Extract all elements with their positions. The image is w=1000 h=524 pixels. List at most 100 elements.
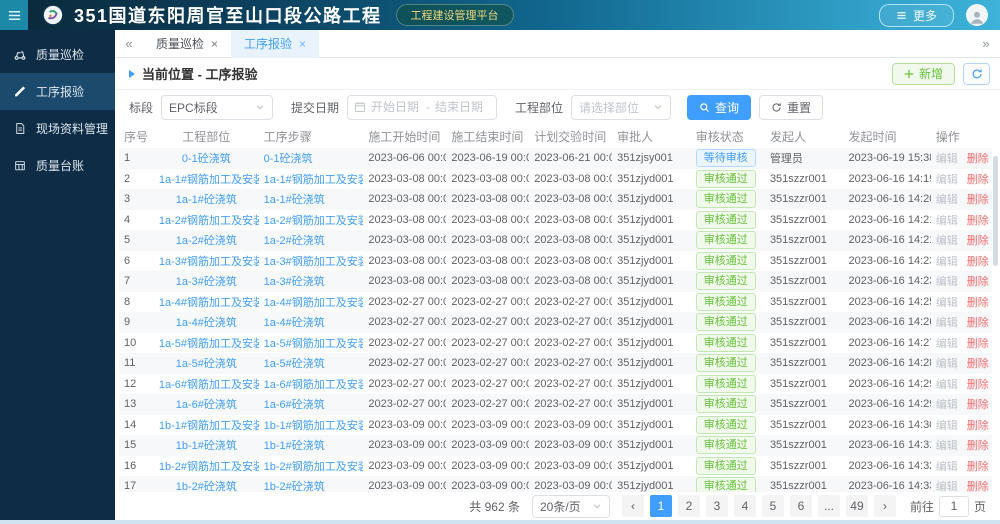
- step-link[interactable]: 1a-5#钢筋加工及安装: [264, 338, 364, 350]
- part-link[interactable]: 1a-5#砼浇筑: [176, 358, 237, 370]
- add-button[interactable]: 新增: [891, 62, 955, 85]
- edit-link[interactable]: 编辑: [936, 235, 958, 247]
- edit-link[interactable]: 编辑: [936, 297, 958, 309]
- pager-page[interactable]: 3: [705, 495, 728, 517]
- date-range-picker[interactable]: -: [347, 94, 498, 120]
- pager-page[interactable]: 4: [733, 495, 756, 517]
- step-link[interactable]: 1a-3#钢筋加工及安装: [264, 256, 364, 268]
- delete-link[interactable]: 删除: [967, 215, 989, 227]
- delete-link[interactable]: 删除: [967, 399, 989, 411]
- part-link[interactable]: 1a-5#钢筋加工及安装: [159, 338, 259, 350]
- section-select[interactable]: EPC标段: [161, 94, 274, 120]
- edit-link[interactable]: 编辑: [936, 481, 958, 492]
- delete-link[interactable]: 删除: [967, 235, 989, 247]
- part-link[interactable]: 1b-2#钢筋加工及安装: [159, 461, 259, 473]
- delete-link[interactable]: 删除: [967, 379, 989, 391]
- part-link[interactable]: 1a-2#砼浇筑: [176, 235, 237, 247]
- delete-link[interactable]: 删除: [967, 338, 989, 350]
- close-icon[interactable]: ×: [211, 38, 218, 50]
- pager-page[interactable]: 6: [789, 495, 812, 517]
- delete-link[interactable]: 删除: [967, 317, 989, 329]
- edit-link[interactable]: 编辑: [936, 194, 958, 206]
- edit-link[interactable]: 编辑: [936, 174, 958, 186]
- part-link[interactable]: 1a-1#砼浇筑: [176, 194, 237, 206]
- pager-page[interactable]: 2: [677, 495, 700, 517]
- step-link[interactable]: 1a-2#砼浇筑: [264, 235, 325, 247]
- part-link[interactable]: 1a-4#钢筋加工及安装: [159, 297, 259, 309]
- edit-link[interactable]: 编辑: [936, 276, 958, 288]
- delete-link[interactable]: 删除: [967, 256, 989, 268]
- step-link[interactable]: 1a-1#钢筋加工及安装: [264, 174, 364, 186]
- part-link[interactable]: 1a-6#钢筋加工及安装: [159, 379, 259, 391]
- edit-link[interactable]: 编辑: [936, 440, 958, 452]
- sidebar-item-quality-ledger[interactable]: 质量台账: [0, 147, 115, 184]
- step-link[interactable]: 1a-3#砼浇筑: [264, 276, 325, 288]
- page-size-select[interactable]: 20条/页: [531, 494, 610, 518]
- sidebar-item-quality-patrol[interactable]: 质量巡检: [0, 36, 115, 73]
- delete-link[interactable]: 删除: [967, 194, 989, 206]
- step-link[interactable]: 1a-5#砼浇筑: [264, 358, 325, 370]
- sidebar-item-process-inspection[interactable]: 工序报验: [0, 73, 115, 110]
- edit-link[interactable]: 编辑: [936, 317, 958, 329]
- step-link[interactable]: 1b-1#钢筋加工及安装: [264, 420, 364, 432]
- part-link[interactable]: 1b-2#砼浇筑: [176, 481, 237, 492]
- step-link[interactable]: 1a-4#钢筋加工及安装: [264, 297, 364, 309]
- step-link[interactable]: 1a-1#砼浇筑: [264, 194, 325, 206]
- scrollbar-thumb[interactable]: [993, 156, 998, 266]
- delete-link[interactable]: 删除: [967, 358, 989, 370]
- part-link[interactable]: 1a-6#砼浇筑: [176, 399, 237, 411]
- goto-page-input[interactable]: [938, 495, 969, 517]
- reset-button[interactable]: 重置: [759, 94, 824, 120]
- edit-link[interactable]: 编辑: [936, 399, 958, 411]
- edit-link[interactable]: 编辑: [936, 338, 958, 350]
- tabs-scroll-left-icon[interactable]: «: [115, 36, 143, 51]
- refresh-button[interactable]: [963, 62, 990, 85]
- part-link[interactable]: 1b-1#砼浇筑: [176, 440, 237, 452]
- edit-link[interactable]: 编辑: [936, 461, 958, 473]
- part-link[interactable]: 1a-3#砼浇筑: [176, 276, 237, 288]
- delete-link[interactable]: 删除: [967, 461, 989, 473]
- edit-link[interactable]: 编辑: [936, 256, 958, 268]
- edit-link[interactable]: 编辑: [936, 420, 958, 432]
- edit-link[interactable]: 编辑: [936, 215, 958, 227]
- close-icon[interactable]: ×: [299, 38, 306, 50]
- step-link[interactable]: 1a-6#钢筋加工及安装: [264, 379, 364, 391]
- step-link[interactable]: 0-1砼浇筑: [264, 153, 313, 165]
- pager-page[interactable]: ...: [817, 495, 840, 517]
- avatar[interactable]: [966, 4, 988, 26]
- delete-link[interactable]: 删除: [967, 153, 989, 165]
- delete-link[interactable]: 删除: [967, 174, 989, 186]
- pager-page[interactable]: 5: [761, 495, 784, 517]
- step-link[interactable]: 1b-1#砼浇筑: [264, 440, 325, 452]
- part-link[interactable]: 1a-2#钢筋加工及安装: [159, 215, 259, 227]
- step-link[interactable]: 1a-6#砼浇筑: [264, 399, 325, 411]
- part-link[interactable]: 1a-1#钢筋加工及安装: [159, 174, 259, 186]
- edit-link[interactable]: 编辑: [936, 358, 958, 370]
- step-link[interactable]: 1b-2#砼浇筑: [264, 481, 325, 492]
- pager-page[interactable]: 49: [845, 495, 868, 517]
- step-link[interactable]: 1b-2#钢筋加工及安装: [264, 461, 364, 473]
- start-date-input[interactable]: [369, 99, 424, 115]
- tab-process-inspection[interactable]: 工序报验 ×: [231, 29, 320, 58]
- pager-page[interactable]: 1: [649, 495, 672, 517]
- step-link[interactable]: 1a-2#钢筋加工及安装: [264, 215, 364, 227]
- tabs-scroll-right-icon[interactable]: »: [972, 36, 1000, 51]
- part-link[interactable]: 1a-4#砼浇筑: [176, 317, 237, 329]
- edit-link[interactable]: 编辑: [936, 379, 958, 391]
- part-link[interactable]: 1b-1#钢筋加工及安装: [159, 420, 259, 432]
- delete-link[interactable]: 删除: [967, 297, 989, 309]
- pager-prev-icon[interactable]: ‹: [621, 495, 644, 517]
- delete-link[interactable]: 删除: [967, 420, 989, 432]
- more-button[interactable]: 更多: [878, 3, 954, 27]
- sidebar-item-site-documents[interactable]: 现场资料管理: [0, 110, 115, 147]
- sidebar-toggle-button[interactable]: [0, 0, 28, 30]
- pager-next-icon[interactable]: ›: [873, 495, 896, 517]
- delete-link[interactable]: 删除: [967, 481, 989, 492]
- end-date-input[interactable]: [433, 99, 488, 115]
- delete-link[interactable]: 删除: [967, 440, 989, 452]
- part-link[interactable]: 0-1砼浇筑: [182, 153, 231, 165]
- step-link[interactable]: 1a-4#砼浇筑: [264, 317, 325, 329]
- tab-quality-patrol[interactable]: 质量巡检 ×: [143, 30, 231, 58]
- edit-link[interactable]: 编辑: [936, 153, 958, 165]
- part-select[interactable]: 请选择部位: [571, 94, 672, 120]
